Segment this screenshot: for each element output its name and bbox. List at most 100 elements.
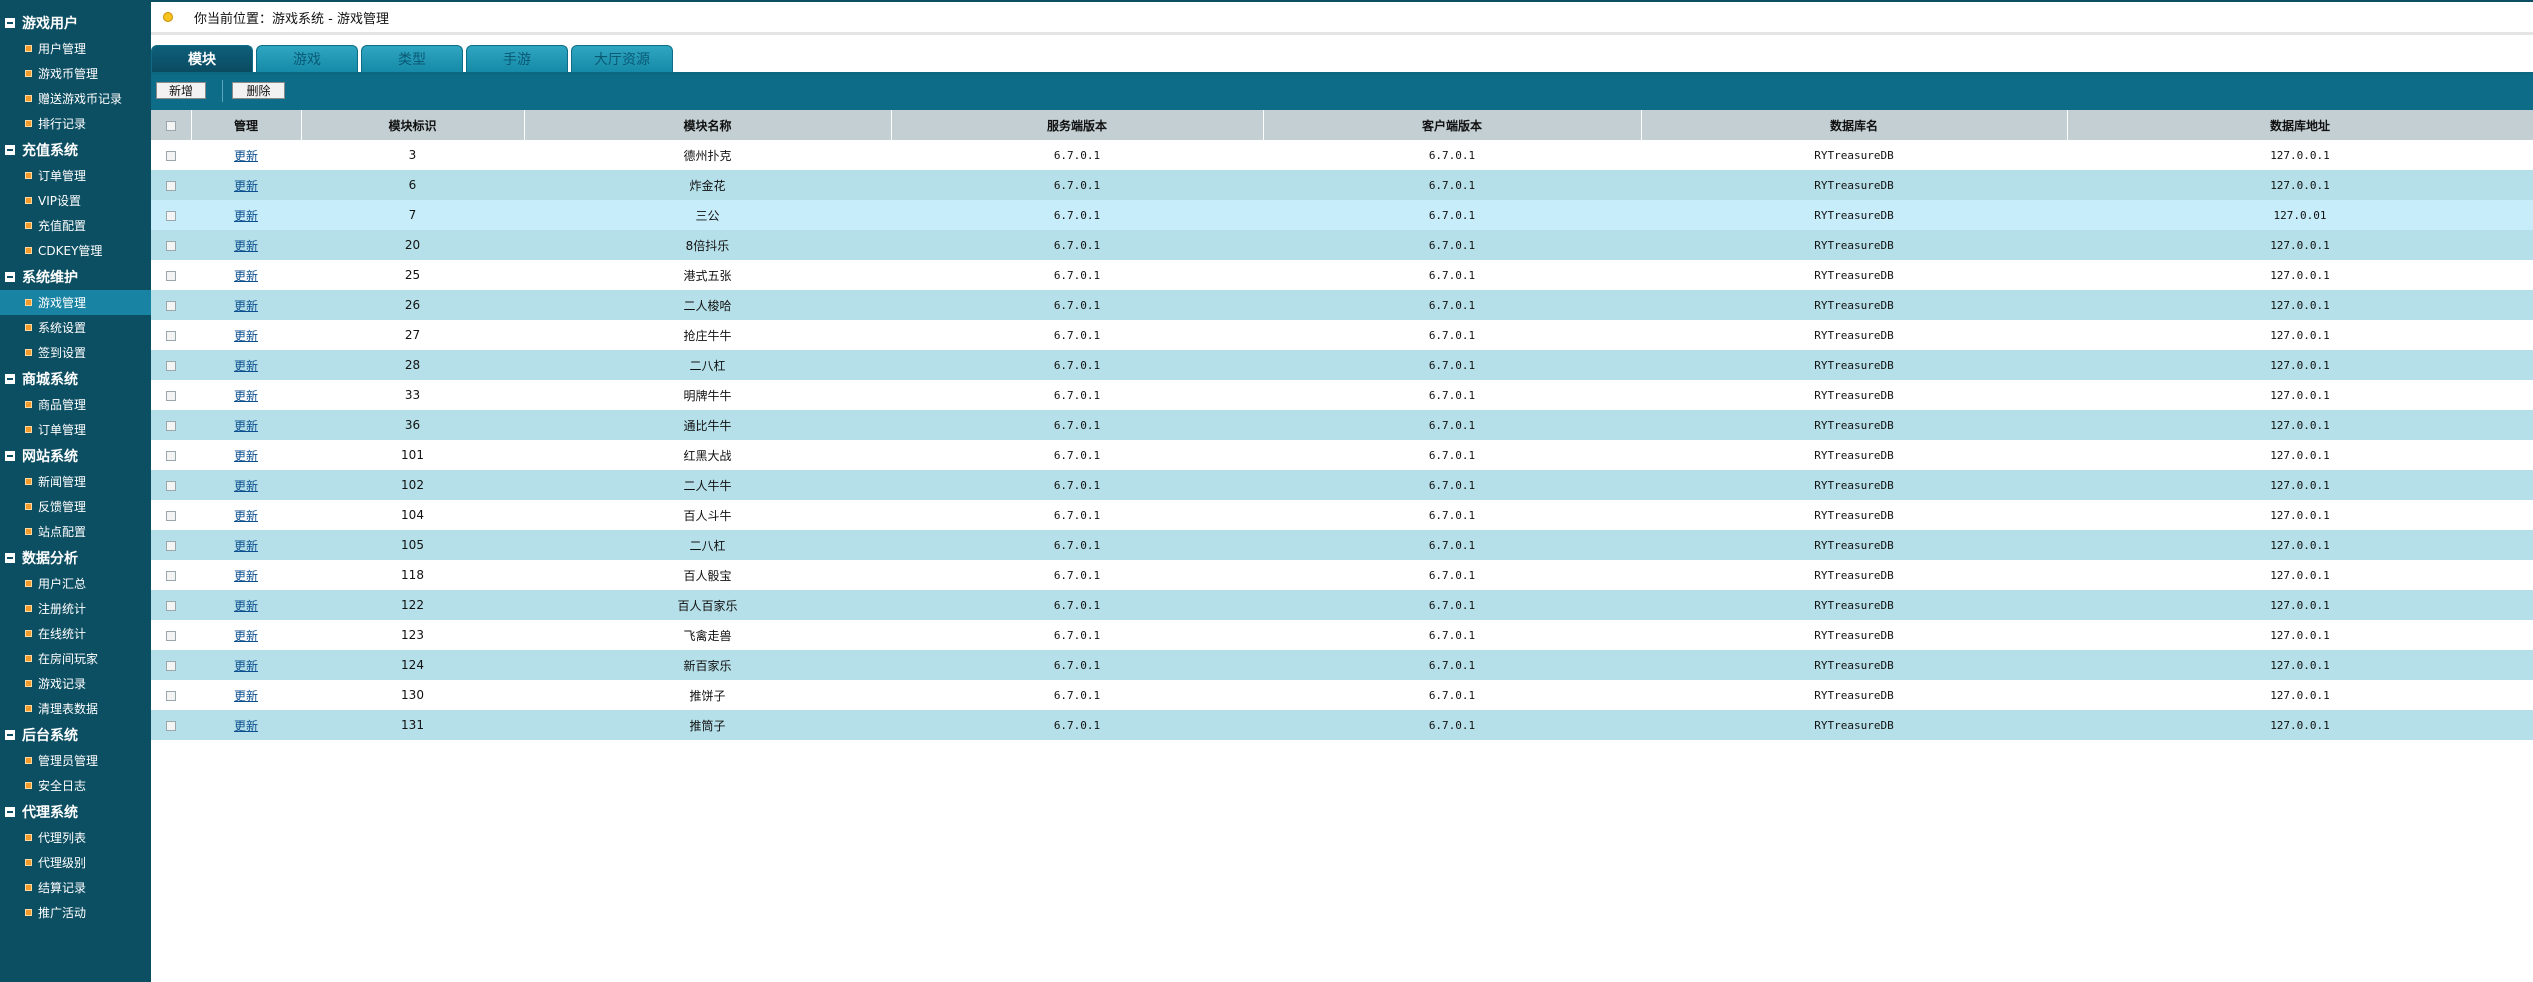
update-link[interactable]: 更新 — [234, 689, 258, 703]
sidebar-item[interactable]: 管理员管理 — [0, 748, 151, 773]
row-checkbox[interactable] — [166, 210, 176, 221]
sidebar-item[interactable]: 签到设置 — [0, 340, 151, 365]
sidebar-item[interactable]: 反馈管理 — [0, 494, 151, 519]
collapse-icon[interactable] — [5, 373, 15, 384]
sidebar-item[interactable]: 排行记录 — [0, 111, 151, 136]
update-link[interactable]: 更新 — [234, 419, 258, 433]
update-link[interactable]: 更新 — [234, 719, 258, 733]
sidebar-item[interactable]: 在线统计 — [0, 621, 151, 646]
row-checkbox[interactable] — [166, 720, 176, 731]
tab[interactable]: 游戏 — [256, 45, 358, 72]
update-link[interactable]: 更新 — [234, 539, 258, 553]
sidebar-item[interactable]: 代理列表 — [0, 825, 151, 850]
update-link[interactable]: 更新 — [234, 599, 258, 613]
collapse-icon[interactable] — [5, 144, 15, 155]
row-checkbox[interactable] — [166, 390, 176, 401]
row-checkbox[interactable] — [166, 450, 176, 461]
update-link[interactable]: 更新 — [234, 449, 258, 463]
sidebar-group-title[interactable]: 商城系统 — [0, 365, 151, 392]
sidebar-item[interactable]: 商品管理 — [0, 392, 151, 417]
sidebar-item[interactable]: 注册统计 — [0, 596, 151, 621]
table-row[interactable]: 更新 122 百人百家乐 6.7.0.1 6.7.0.1 RYTreasureDB 127.… — [151, 590, 2533, 620]
row-checkbox[interactable] — [166, 510, 176, 521]
table-row[interactable]: 更新 26 二人梭哈 6.7.0.1 6.7.0.1 RYTreasureDB 127.0.… — [151, 290, 2533, 320]
table-row[interactable]: 更新 20 8倍抖乐 6.7.0.1 6.7.0.1 RYTreasureDB 127.0.… — [151, 230, 2533, 260]
row-checkbox[interactable] — [166, 600, 176, 611]
sidebar-item[interactable]: 代理级别 — [0, 850, 151, 875]
update-link[interactable]: 更新 — [234, 329, 258, 343]
row-checkbox[interactable] — [166, 300, 176, 311]
table-row[interactable]: 更新 7 三公 6.7.0.1 6.7.0.1 RYTreasureDB 127.0.01 — [151, 200, 2533, 230]
update-link[interactable]: 更新 — [234, 389, 258, 403]
sidebar-item[interactable]: 用户汇总 — [0, 571, 151, 596]
table-row[interactable]: 更新 6 炸金花 6.7.0.1 6.7.0.1 RYTreasureDB 127.0.0.… — [151, 170, 2533, 200]
tab[interactable]: 类型 — [361, 45, 463, 72]
tab[interactable]: 模块 — [151, 45, 253, 72]
sidebar-item[interactable]: 安全日志 — [0, 773, 151, 798]
table-row[interactable]: 更新 104 百人斗牛 6.7.0.1 6.7.0.1 RYTreasureDB 127.0… — [151, 500, 2533, 530]
sidebar-item[interactable]: 游戏管理 — [0, 290, 151, 315]
sidebar-item[interactable]: 充值配置 — [0, 213, 151, 238]
update-link[interactable]: 更新 — [234, 209, 258, 223]
table-row[interactable]: 更新 102 二人牛牛 6.7.0.1 6.7.0.1 RYTreasureDB 127.0… — [151, 470, 2533, 500]
update-link[interactable]: 更新 — [234, 149, 258, 163]
collapse-icon[interactable] — [5, 552, 15, 563]
row-checkbox[interactable] — [166, 630, 176, 641]
sidebar-item[interactable]: CDKEY管理 — [0, 238, 151, 263]
sidebar-group-title[interactable]: 代理系统 — [0, 798, 151, 825]
table-row[interactable]: 更新 105 二八杠 6.7.0.1 6.7.0.1 RYTreasureDB 127.0.… — [151, 530, 2533, 560]
table-row[interactable]: 更新 124 新百家乐 6.7.0.1 6.7.0.1 RYTreasureDB 127.0… — [151, 650, 2533, 680]
sidebar-item[interactable]: VIP设置 — [0, 188, 151, 213]
row-checkbox[interactable] — [166, 360, 176, 371]
sidebar-item[interactable]: 游戏记录 — [0, 671, 151, 696]
collapse-icon[interactable] — [5, 729, 15, 740]
table-row[interactable]: 更新 33 明牌牛牛 6.7.0.1 6.7.0.1 RYTreasureDB 127.0.… — [151, 380, 2533, 410]
row-checkbox[interactable] — [166, 240, 176, 251]
sidebar-item[interactable]: 订单管理 — [0, 417, 151, 442]
table-row[interactable]: 更新 130 推饼子 6.7.0.1 6.7.0.1 RYTreasureDB 127.0.… — [151, 680, 2533, 710]
table-row[interactable]: 更新 28 二八杠 6.7.0.1 6.7.0.1 RYTreasureDB 127.0.0… — [151, 350, 2533, 380]
sidebar-item[interactable]: 结算记录 — [0, 875, 151, 900]
table-row[interactable]: 更新 123 飞禽走兽 6.7.0.1 6.7.0.1 RYTreasureDB 127.0… — [151, 620, 2533, 650]
sidebar-item[interactable]: 游戏币管理 — [0, 61, 151, 86]
collapse-icon[interactable] — [5, 450, 15, 461]
sidebar-item[interactable]: 清理表数据 — [0, 696, 151, 721]
tab[interactable]: 手游 — [466, 45, 568, 72]
sidebar-item[interactable]: 用户管理 — [0, 36, 151, 61]
sidebar-item[interactable]: 系统设置 — [0, 315, 151, 340]
update-link[interactable]: 更新 — [234, 479, 258, 493]
update-link[interactable]: 更新 — [234, 629, 258, 643]
collapse-icon[interactable] — [5, 17, 15, 28]
update-link[interactable]: 更新 — [234, 299, 258, 313]
update-link[interactable]: 更新 — [234, 179, 258, 193]
update-link[interactable]: 更新 — [234, 239, 258, 253]
row-checkbox[interactable] — [166, 420, 176, 431]
table-row[interactable]: 更新 101 红黑大战 6.7.0.1 6.7.0.1 RYTreasureDB 127.0… — [151, 440, 2533, 470]
row-checkbox[interactable] — [166, 330, 176, 341]
sidebar-item[interactable]: 站点配置 — [0, 519, 151, 544]
sidebar-item[interactable]: 赠送游戏币记录 — [0, 86, 151, 111]
table-row[interactable]: 更新 3 德州扑克 6.7.0.1 6.7.0.1 RYTreasureDB 127.0.0… — [151, 140, 2533, 170]
update-link[interactable]: 更新 — [234, 659, 258, 673]
row-checkbox[interactable] — [166, 540, 176, 551]
table-row[interactable]: 更新 36 通比牛牛 6.7.0.1 6.7.0.1 RYTreasureDB 127.0.… — [151, 410, 2533, 440]
update-link[interactable]: 更新 — [234, 509, 258, 523]
row-checkbox[interactable] — [166, 570, 176, 581]
select-all-checkbox[interactable] — [165, 120, 176, 131]
row-checkbox[interactable] — [166, 270, 176, 281]
collapse-icon[interactable] — [5, 271, 15, 282]
row-checkbox[interactable] — [166, 690, 176, 701]
sidebar-group-title[interactable]: 充值系统 — [0, 136, 151, 163]
update-link[interactable]: 更新 — [234, 269, 258, 283]
sidebar-item[interactable]: 新闻管理 — [0, 469, 151, 494]
delete-button[interactable]: 删除 — [232, 82, 285, 99]
row-checkbox[interactable] — [166, 150, 176, 161]
sidebar-group-title[interactable]: 系统维护 — [0, 263, 151, 290]
tab[interactable]: 大厅资源 — [571, 45, 673, 72]
sidebar-group-title[interactable]: 网站系统 — [0, 442, 151, 469]
update-link[interactable]: 更新 — [234, 359, 258, 373]
table-row[interactable]: 更新 25 港式五张 6.7.0.1 6.7.0.1 RYTreasureDB 127.0.… — [151, 260, 2533, 290]
sidebar-group-title[interactable]: 游戏用户 — [0, 9, 151, 36]
table-row[interactable]: 更新 27 抢庄牛牛 6.7.0.1 6.7.0.1 RYTreasureDB 127.0.… — [151, 320, 2533, 350]
table-row[interactable]: 更新 131 推筒子 6.7.0.1 6.7.0.1 RYTreasureDB 127.0.… — [151, 710, 2533, 740]
